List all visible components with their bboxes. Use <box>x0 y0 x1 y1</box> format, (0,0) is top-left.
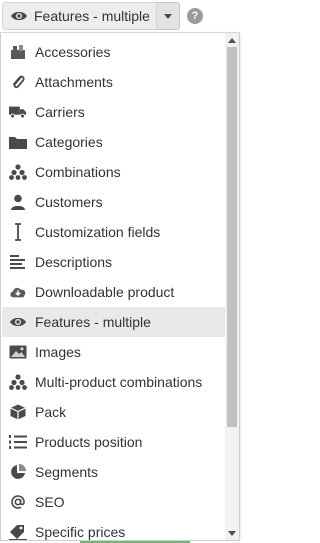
combinations-icon <box>9 163 27 181</box>
menu-item-descriptions[interactable]: Descriptions <box>2 247 225 277</box>
menu-item-label: Categories <box>35 134 103 150</box>
scrollbar-thumb[interactable] <box>227 47 237 427</box>
align-left-icon <box>9 253 27 271</box>
menu-scrollbar[interactable] <box>225 33 239 540</box>
menu-item-features-multiple[interactable]: Features - multiple <box>2 307 225 337</box>
menu-item-label: Carriers <box>35 104 85 120</box>
help-icon[interactable]: ? <box>187 8 203 24</box>
menu-item-images[interactable]: Images <box>2 337 225 367</box>
combinations-icon <box>9 373 27 391</box>
cloud-download-icon <box>9 283 27 301</box>
eye-icon <box>9 8 29 24</box>
text-cursor-icon <box>9 223 27 241</box>
paperclip-icon <box>9 73 27 91</box>
menu-item-combinations[interactable]: Combinations <box>2 157 225 187</box>
menu-item-label: Customization fields <box>35 224 161 240</box>
at-icon <box>9 493 27 511</box>
image-icon <box>9 343 27 361</box>
menu-item-label: Images <box>35 344 81 360</box>
toolbar: Features - multiple ? <box>0 0 244 32</box>
price-tag-icon <box>9 523 27 540</box>
eye-icon <box>9 313 27 331</box>
menu-item-label: Products position <box>35 434 143 450</box>
dropdown-menu: Accessories Attachments Carriers Categor… <box>0 32 240 541</box>
menu-item-label: Descriptions <box>35 254 113 270</box>
menu-item-pack[interactable]: Pack <box>2 397 225 427</box>
menu-item-label: Segments <box>35 464 99 480</box>
menu-item-label: Multi-product combinations <box>35 374 203 390</box>
menu-item-label: Customers <box>35 194 103 210</box>
menu-item-label: Pack <box>35 404 67 420</box>
user-icon <box>9 193 27 211</box>
dropdown-toggle-button[interactable] <box>157 2 180 30</box>
menu-item-customization-fields[interactable]: Customization fields <box>2 217 225 247</box>
menu-item-carriers[interactable]: Carriers <box>2 97 225 127</box>
box-icon <box>9 403 27 421</box>
menu-item-label: Specific prices <box>35 524 126 540</box>
menu-item-specific-prices[interactable]: Specific prices <box>2 517 225 540</box>
menu-item-label: Accessories <box>35 44 111 60</box>
accessories-icon <box>9 43 27 61</box>
menu-item-products-position[interactable]: Products position <box>2 427 225 457</box>
menu-item-downloadable-product[interactable]: Downloadable product <box>2 277 225 307</box>
selected-view-button[interactable]: Features - multiple <box>2 2 157 30</box>
menu-item-label: Combinations <box>35 164 121 180</box>
menu-item-label: Features - multiple <box>35 314 151 330</box>
menu-item-attachments[interactable]: Attachments <box>2 67 225 97</box>
truck-icon <box>9 103 27 121</box>
scroll-down-icon[interactable] <box>225 526 239 540</box>
menu-item-label: SEO <box>35 494 65 510</box>
menu-item-segments[interactable]: Segments <box>2 457 225 487</box>
scroll-up-icon[interactable] <box>225 33 239 47</box>
list-ordered-icon <box>9 433 27 451</box>
pie-chart-icon <box>9 463 27 481</box>
menu-item-multi-product-combinations[interactable]: Multi-product combinations <box>2 367 225 397</box>
selected-view-label: Features - multiple <box>34 8 150 24</box>
chevron-down-icon <box>164 13 172 19</box>
menu-item-label: Attachments <box>35 74 113 90</box>
menu-item-seo[interactable]: SEO <box>2 487 225 517</box>
menu-item-accessories[interactable]: Accessories <box>2 37 225 67</box>
menu-item-customers[interactable]: Customers <box>2 187 225 217</box>
menu-item-label: Downloadable product <box>35 284 175 300</box>
menu-item-categories[interactable]: Categories <box>2 127 225 157</box>
folder-icon <box>9 133 27 151</box>
